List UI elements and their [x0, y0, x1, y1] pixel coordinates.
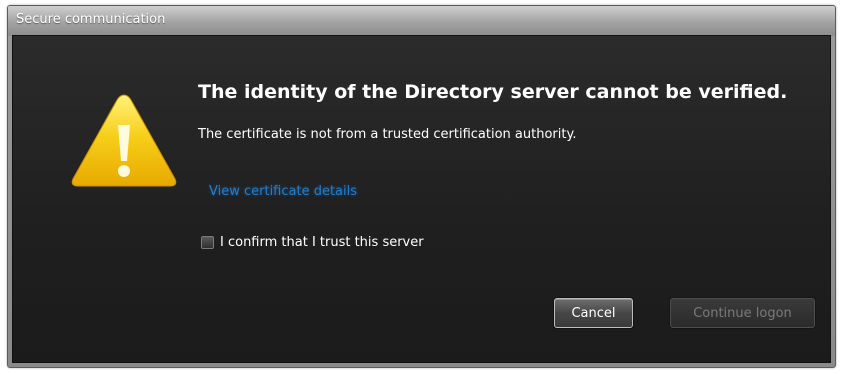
title-bar[interactable]: Secure communication — [8, 6, 835, 36]
cancel-button[interactable]: Cancel — [554, 298, 633, 328]
dialog-message: The certificate is not from a trusted ce… — [198, 127, 577, 142]
trust-server-label[interactable]: I confirm that I trust this server — [220, 235, 424, 250]
window-title: Secure communication — [16, 12, 166, 27]
view-certificate-link[interactable]: View certificate details — [209, 184, 357, 199]
trust-server-checkbox-row[interactable]: I confirm that I trust this server — [201, 232, 424, 252]
warning-icon — [69, 91, 179, 191]
dialog-window: Secure communication The identity of the… — [7, 5, 836, 368]
continue-logon-button[interactable]: Continue logon — [670, 298, 815, 328]
trust-server-checkbox[interactable] — [201, 235, 214, 249]
dialog-heading: The identity of the Directory server can… — [198, 81, 788, 103]
dialog-content: The identity of the Directory server can… — [12, 35, 831, 363]
